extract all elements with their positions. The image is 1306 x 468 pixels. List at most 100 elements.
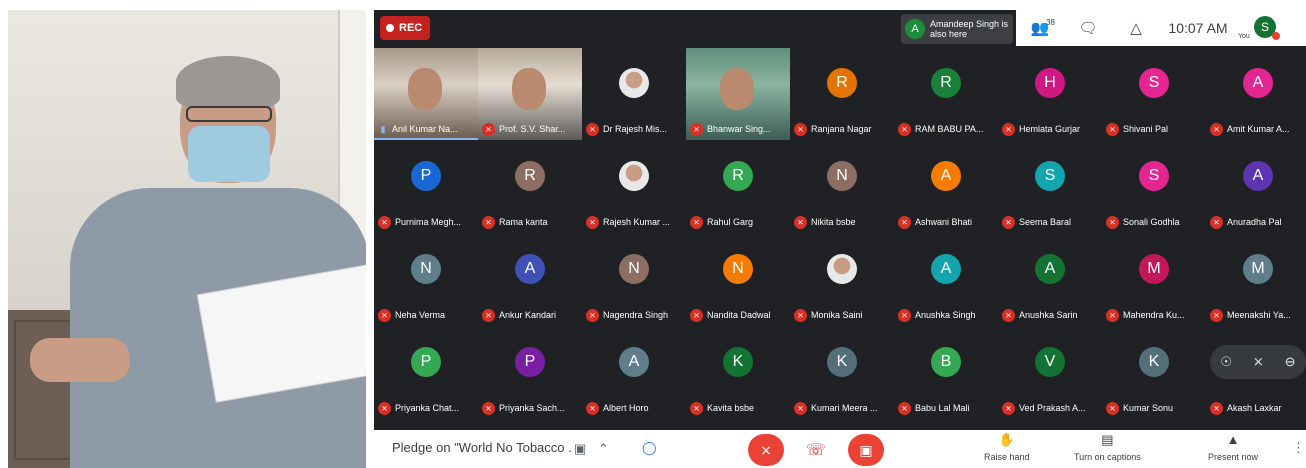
participant-tile[interactable]: V ⨯ Ved Prakash A... — [998, 327, 1102, 419]
participant-tile[interactable]: ⨯ Rajesh Kumar ... — [582, 141, 686, 233]
participant-tile[interactable]: N ⨯ Nikita bsbe — [790, 141, 894, 233]
meeting-details-icon[interactable]: ▣ — [574, 441, 586, 457]
activities-button[interactable]: △ — [1112, 10, 1160, 46]
participant-tile[interactable]: A ⨯ Anuradha Pal — [1206, 141, 1306, 233]
participant-tile[interactable]: A ⨯ Albert Horo — [582, 327, 686, 419]
shield-icon[interactable]: ◯ — [642, 440, 657, 456]
participant-name: RAM BABU PA... — [915, 124, 984, 134]
participant-tile[interactable]: R ⨯ Ranjana Nagar — [790, 48, 894, 140]
participant-avatar: M — [1139, 254, 1169, 284]
participant-tile[interactable]: ⨯ Monika Saini — [790, 234, 894, 326]
participant-avatar: A — [619, 347, 649, 377]
participant-tile[interactable]: M ⨯ Meenakshi Ya... — [1206, 234, 1306, 326]
participant-name-row: ⨯ Rajesh Kumar ... — [586, 214, 686, 230]
person-hand — [30, 338, 130, 382]
captions-button[interactable]: ▤ Turn on captions — [1074, 432, 1141, 468]
hand-icon: ✋ — [998, 432, 1015, 447]
participant-tile[interactable]: R ⨯ Rama kanta — [478, 141, 582, 233]
mic-muted-icon: ⨯ — [1002, 401, 1015, 415]
participant-tile[interactable]: S ⨯ Shivani Pal — [1102, 48, 1206, 140]
participant-avatar: A — [1243, 68, 1273, 98]
participant-tile[interactable]: R ⨯ Rahul Garg — [686, 141, 790, 233]
participant-name: Babu Lal Mali — [915, 403, 970, 413]
participant-tile[interactable]: ⨯ Dr Rajesh Mis... — [582, 48, 686, 140]
participant-tile[interactable]: ⨯ Prof. S.V. Shar... — [478, 48, 582, 140]
participant-tile[interactable]: K ⨯ Kavita bsbe — [686, 327, 790, 419]
mic-muted-icon: ⨯ — [1106, 308, 1119, 322]
mic-muted-icon: ⨯ — [794, 401, 807, 415]
participant-name-row: ⨯ Anushka Sarin — [1002, 307, 1102, 323]
participant-name-row: ⨯ Kumari Meera ... — [794, 400, 894, 416]
participant-tile[interactable]: P ⨯ Priyanka Chat... — [374, 327, 478, 419]
participant-name: Anuradha Pal — [1227, 217, 1282, 227]
participant-avatar: V — [1035, 347, 1065, 377]
participant-name-row: ⨯ Prof. S.V. Shar... — [482, 121, 582, 137]
participant-tile[interactable]: K ⨯ Kumar Sonu — [1102, 327, 1206, 419]
participant-avatar: P — [411, 347, 441, 377]
screen: REC A Amandeep Singh is also here 👥 38 🗨… — [0, 0, 1306, 468]
participant-name-row: ⨯ Anuradha Pal — [1210, 214, 1306, 230]
chevron-up-icon[interactable]: ⌃ — [598, 441, 609, 457]
participant-tile[interactable]: ☉ ⨯ ⊖ ⨯ Akash Laxkar — [1206, 327, 1306, 419]
present-button[interactable]: ▲ Present now — [1208, 432, 1258, 468]
participant-tile[interactable]: ▮ Anil Kumar Na... — [374, 48, 478, 140]
chat-button[interactable]: 🗨 — [1064, 10, 1112, 46]
participant-tile[interactable]: N ⨯ Nandita Dadwal — [686, 234, 790, 326]
meet-bottom-bar: Pledge on "World No Tobacco ... ▣ ⌃ ◯ ⨯ … — [374, 430, 1306, 468]
photo-person — [30, 38, 366, 468]
participant-tile[interactable]: K ⨯ Kumari Meera ... — [790, 327, 894, 419]
participant-tile[interactable]: R ⨯ RAM BABU PA... — [894, 48, 998, 140]
mic-toggle-button[interactable]: ⨯ — [748, 434, 784, 466]
participant-tile[interactable]: P ⨯ Priyanka Sach... — [478, 327, 582, 419]
participant-tile[interactable]: B ⨯ Babu Lal Mali — [894, 327, 998, 419]
participant-photo-avatar — [827, 254, 857, 284]
notification-badge — [1272, 32, 1280, 40]
participant-name: Kumari Meera ... — [811, 403, 878, 413]
participant-avatar: S — [1139, 68, 1169, 98]
participants-count: 38 — [1046, 18, 1055, 27]
participant-tile[interactable]: A ⨯ Anushka Singh — [894, 234, 998, 326]
meeting-title[interactable]: Pledge on "World No Tobacco ... — [392, 440, 572, 455]
participant-avatar: P — [411, 161, 441, 191]
participant-tile[interactable]: M ⨯ Mahendra Ku... — [1102, 234, 1206, 326]
participant-name: Ashwani Bhati — [915, 217, 973, 227]
more-options-icon[interactable]: ⋮ — [1292, 440, 1305, 456]
mic-muted-icon: ⨯ — [690, 215, 703, 229]
hang-up-icon: ☏ — [805, 442, 826, 459]
participant-tile[interactable]: A ⨯ Ankur Kandari — [478, 234, 582, 326]
participant-avatar: A — [931, 161, 961, 191]
pin-icon[interactable]: ☉ — [1220, 354, 1232, 370]
participant-name: Monika Saini — [811, 310, 863, 320]
mic-muted-icon: ⨯ — [1106, 122, 1119, 136]
mute-participant-icon[interactable]: ⨯ — [1253, 354, 1264, 370]
participant-avatar: H — [1035, 68, 1065, 98]
participant-tile[interactable]: N ⨯ Nagendra Singh — [582, 234, 686, 326]
participants-button[interactable]: 👥 38 — [1016, 10, 1064, 46]
participant-tile[interactable]: A ⨯ Amit Kumar A... — [1206, 48, 1306, 140]
participant-tile[interactable]: A ⨯ Ashwani Bhati — [894, 141, 998, 233]
join-notice[interactable]: A Amandeep Singh is also here — [901, 14, 1013, 44]
participant-tile[interactable]: ⨯ Bhanwar Sing... — [686, 48, 790, 140]
participant-tile[interactable]: P ⨯ Purnima Megh... — [374, 141, 478, 233]
participant-tile[interactable]: N ⨯ Neha Verma — [374, 234, 478, 326]
participant-avatar: R — [515, 161, 545, 191]
participant-tile[interactable]: S ⨯ Sonali Godhla — [1102, 141, 1206, 233]
self-avatar-button[interactable]: You S — [1236, 10, 1280, 46]
participant-name-row: ⨯ Neha Verma — [378, 307, 478, 323]
participant-name: Dr Rajesh Mis... — [603, 124, 668, 134]
participant-tile[interactable]: S ⨯ Seema Baral — [998, 141, 1102, 233]
participant-name: Priyanka Sach... — [499, 403, 565, 413]
leave-call-button[interactable]: ☏ — [798, 434, 834, 466]
raise-hand-label: Raise hand — [984, 452, 1030, 462]
participant-tile[interactable]: H ⨯ Hemlata Gurjar — [998, 48, 1102, 140]
participant-name-row: ▮ Anil Kumar Na... — [378, 121, 478, 137]
participant-tile[interactable]: A ⨯ Anushka Sarin — [998, 234, 1102, 326]
record-dot-icon — [386, 24, 394, 32]
remove-icon[interactable]: ⊖ — [1285, 354, 1296, 370]
participant-name: Nandita Dadwal — [707, 310, 771, 320]
raise-hand-button[interactable]: ✋ Raise hand — [984, 432, 1030, 468]
participant-name: Anushka Singh — [915, 310, 976, 320]
participant-name-row: ⨯ Meenakshi Ya... — [1210, 307, 1306, 323]
participant-avatar: R — [931, 68, 961, 98]
camera-toggle-button[interactable]: ▣ — [848, 434, 884, 466]
